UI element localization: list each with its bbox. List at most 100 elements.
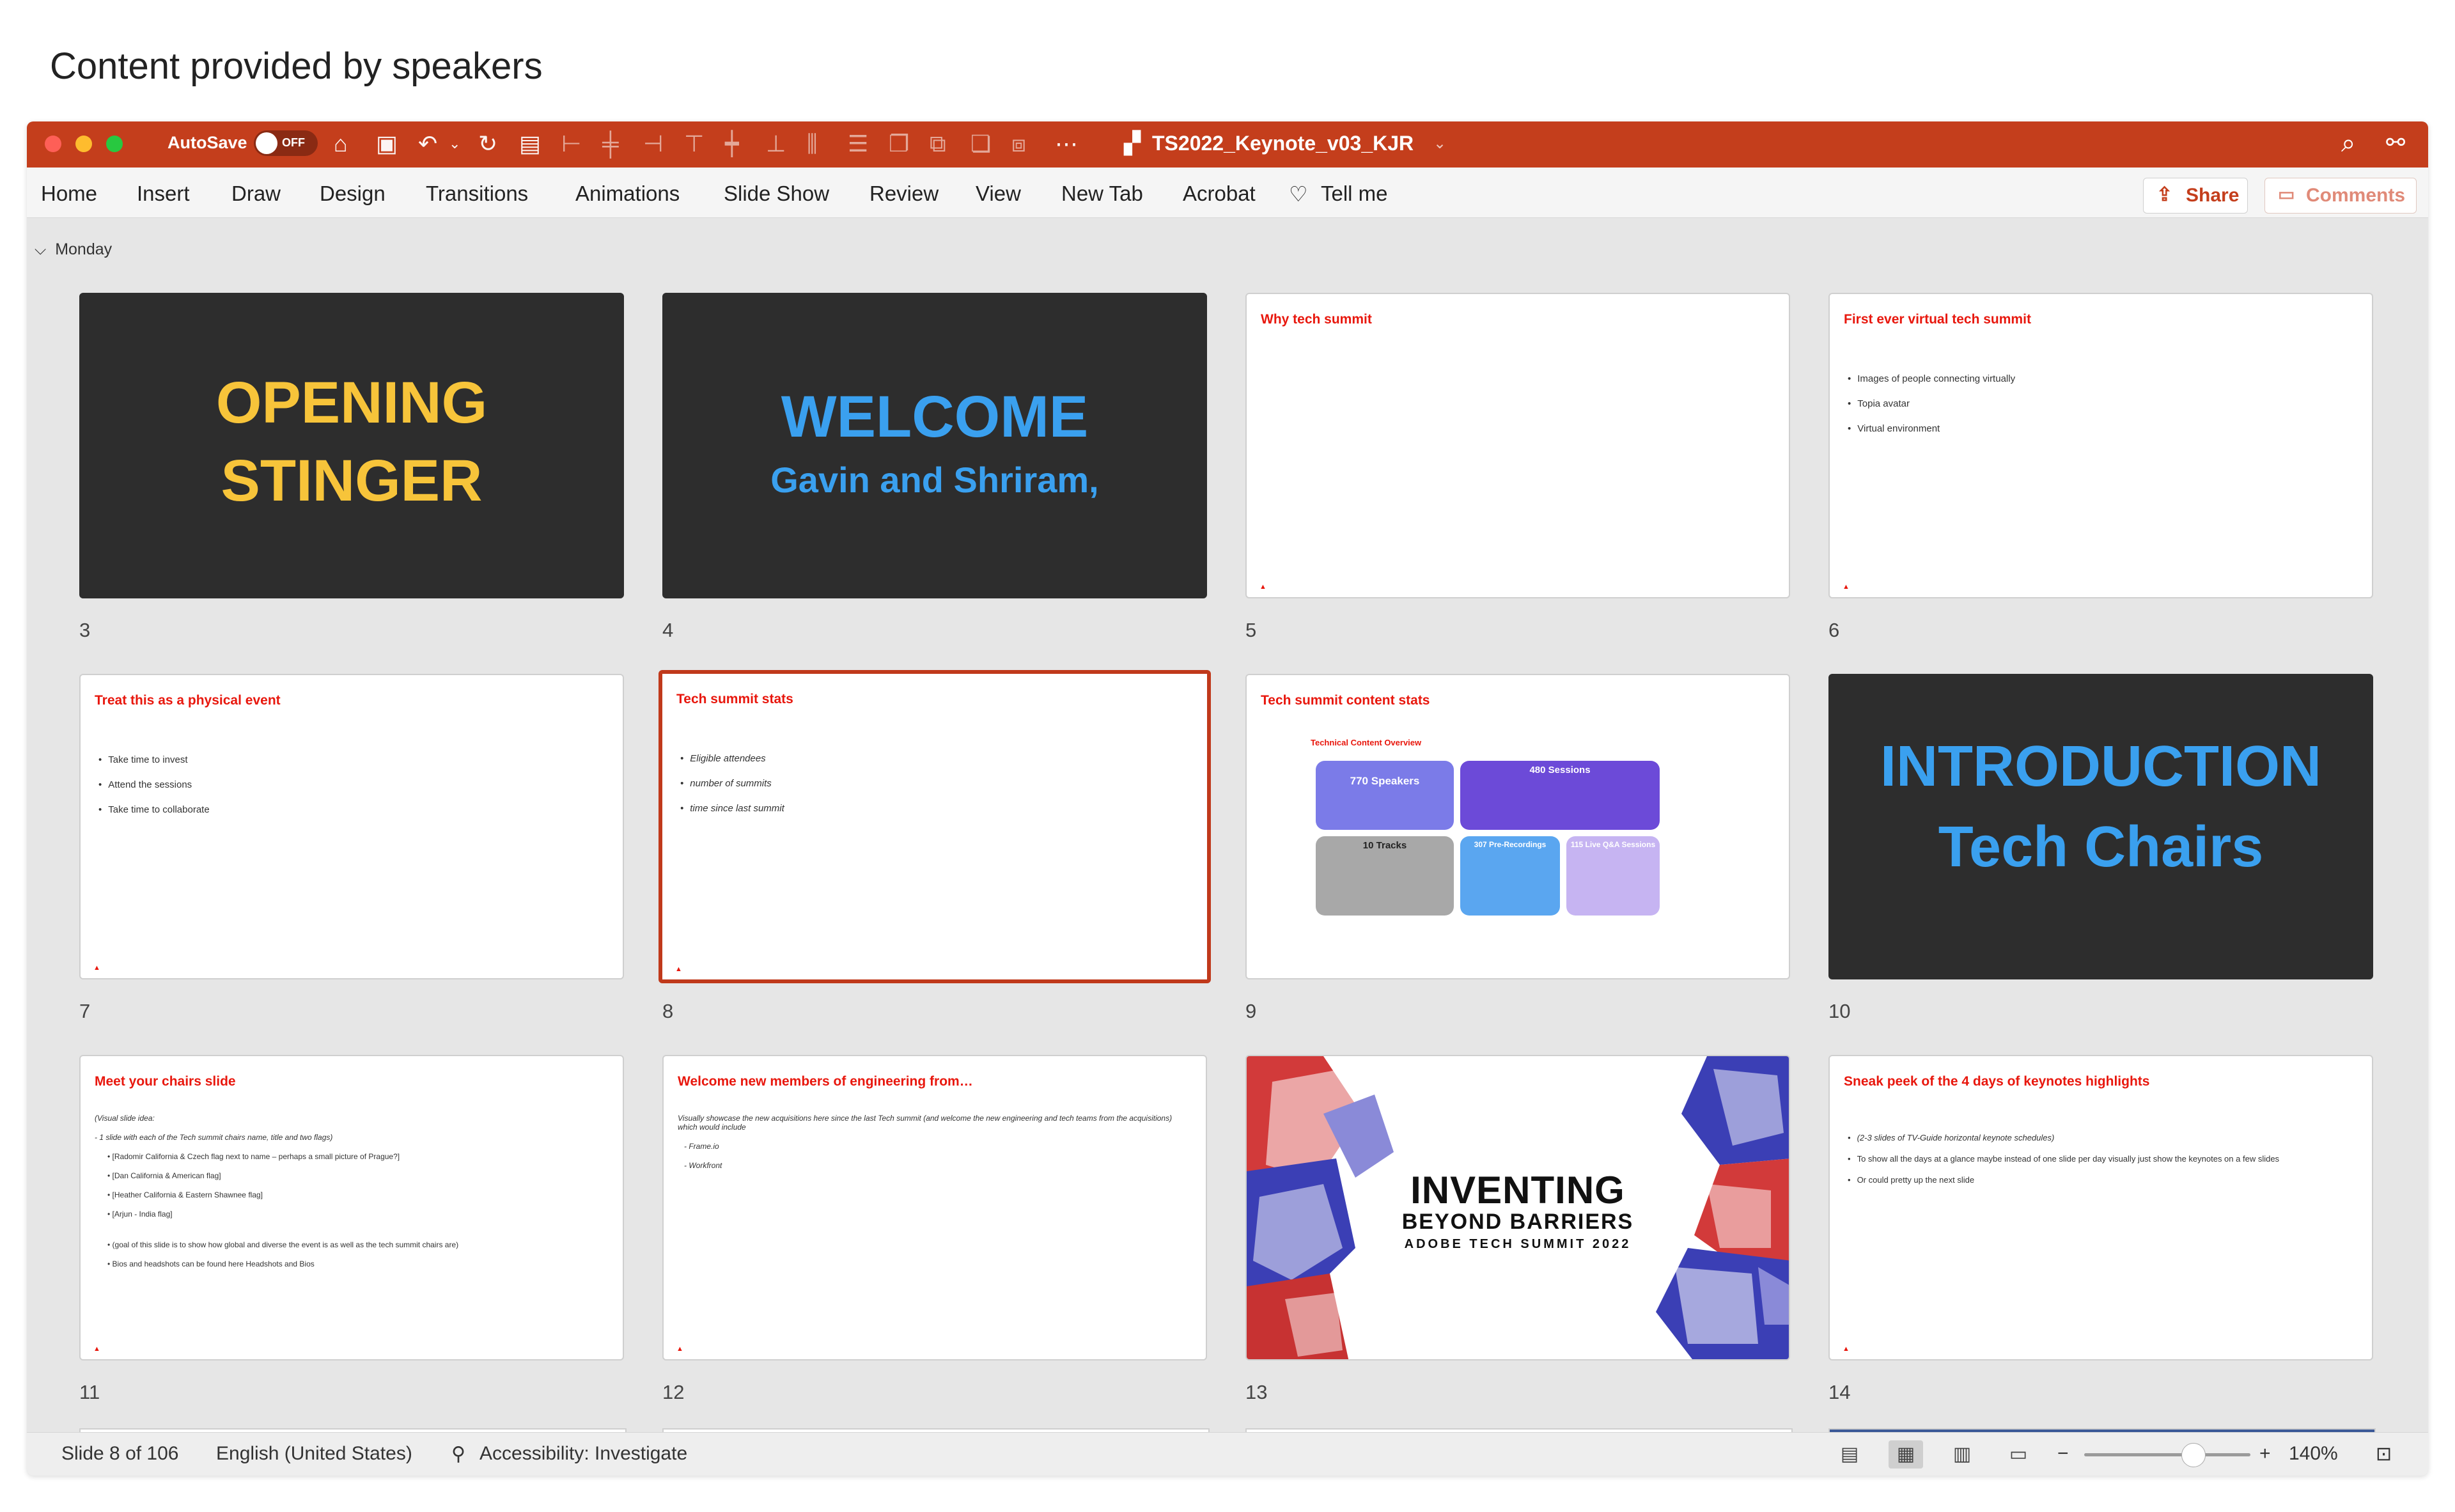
undo-icon[interactable]: ↶ (418, 130, 437, 157)
tab-animations[interactable]: Animations (575, 182, 680, 206)
redo-icon[interactable]: ↻ (478, 130, 497, 157)
zoom-slider-handle[interactable] (2181, 1443, 2206, 1467)
slide-number: 7 (79, 1000, 91, 1022)
slide-thumbnail-3[interactable]: OPENING STINGER (79, 293, 624, 598)
distribute-vertical-icon[interactable]: ☰ (848, 130, 868, 157)
align-bottom-icon[interactable]: ⊥ (766, 130, 786, 157)
slide-title: Tech summit stats (676, 692, 793, 706)
align-top-icon[interactable]: ⊤ (684, 130, 704, 157)
zoom-slider-track[interactable] (2084, 1453, 2250, 1456)
minimize-window-button[interactable] (75, 136, 92, 152)
undo-dropdown-icon[interactable]: ⌄ (449, 130, 460, 157)
slide-show-view-icon[interactable]: ▭ (2001, 1440, 2036, 1469)
slide-thumbnail-12[interactable]: Welcome new members of engineering from…… (662, 1055, 1207, 1360)
tab-new-tab[interactable]: New Tab (1061, 182, 1143, 206)
slide-thumbnail-7[interactable]: Treat this as a physical event Take time… (79, 674, 624, 979)
bring-forward-icon[interactable]: ❐ (889, 130, 909, 157)
zoom-in-icon[interactable]: + (2259, 1443, 2271, 1465)
bullet: Take time to collaborate (98, 804, 209, 815)
slide-number: 10 (1828, 1000, 1851, 1022)
stat-label: 307 Pre-Recordings (1474, 840, 1547, 849)
new-slide-icon[interactable]: ▤ (519, 130, 541, 157)
slide-title: Welcome new members of engineering from… (678, 1074, 973, 1089)
body-line: (Visual slide idea: (95, 1114, 155, 1123)
slide-thumbnail-10[interactable]: INTRODUCTION Tech Chairs (1828, 674, 2373, 979)
autosave-state: OFF (282, 136, 305, 149)
bullet: To show all the days at a glance maybe i… (1848, 1154, 2280, 1164)
align-right-icon[interactable]: ⊣ (643, 130, 663, 157)
slide-number: 3 (79, 619, 91, 641)
home-icon[interactable]: ⌂ (334, 130, 348, 157)
title-dropdown-icon[interactable]: ⌄ (1433, 130, 1446, 157)
align-center-icon[interactable]: ╪ (602, 130, 619, 157)
tab-acrobat[interactable]: Acrobat (1183, 182, 1256, 206)
close-window-button[interactable] (45, 136, 61, 152)
body-line: - Frame.io (684, 1142, 719, 1151)
accessibility-status[interactable]: Accessibility: Investigate (479, 1443, 687, 1465)
adobe-logo-icon: ▲ (675, 965, 682, 973)
fit-to-window-icon[interactable]: ⊡ (2376, 1443, 2392, 1465)
section-header[interactable]: ⌵ Monday (35, 240, 112, 259)
adobe-logo-icon: ▲ (1259, 583, 1266, 591)
tab-insert[interactable]: Insert (137, 182, 190, 206)
autosave-toggle[interactable]: OFF (254, 130, 318, 156)
share-button[interactable]: ⇪ Share (2143, 178, 2248, 214)
slide-number: 14 (1828, 1381, 1851, 1403)
save-icon[interactable]: ▣ (376, 130, 398, 157)
tab-slide-show[interactable]: Slide Show (724, 182, 829, 206)
body-line: • Bios and headshots can be found here H… (107, 1259, 315, 1268)
adobe-logo-icon: ▲ (1843, 1345, 1850, 1353)
collaborate-icon[interactable]: ⚯ (2386, 129, 2405, 156)
distribute-horizontal-icon[interactable]: ⫼ (807, 130, 818, 157)
more-icon[interactable]: ⋯ (1055, 130, 1078, 157)
tab-draw[interactable]: Draw (231, 182, 281, 206)
ungroup-icon[interactable]: ⧈ (1011, 130, 1026, 157)
zoom-window-button[interactable] (106, 136, 123, 152)
bullet: time since last summit (680, 803, 784, 814)
bullet: Topia avatar (1848, 398, 2015, 409)
comments-label: Comments (2306, 185, 2406, 206)
group-icon[interactable]: ⧉ (930, 130, 946, 157)
slide-text: BEYOND BARRIERS (1401, 1210, 1634, 1234)
chevron-down-icon[interactable]: ⌵ (35, 241, 46, 259)
zoom-level[interactable]: 140% (2289, 1443, 2338, 1465)
slide-text: OPENING (215, 370, 488, 435)
tab-review[interactable]: Review (869, 182, 939, 206)
stat-label: 480 Sessions (1529, 765, 1591, 775)
document-title[interactable]: TS2022_Keynote_v03_KJR (1152, 132, 1414, 155)
stat-label: 115 Live Q&A Sessions (1570, 840, 1656, 849)
slide-text: WELCOME (781, 384, 1089, 449)
tab-design[interactable]: Design (320, 182, 386, 206)
slide-counter: Slide 8 of 106 (61, 1443, 179, 1464)
bullet: number of summits (680, 778, 784, 789)
body-line: • [Heather California & Eastern Shawnee … (107, 1190, 263, 1199)
slide-thumbnail-5[interactable]: Why tech summit ▲ (1245, 293, 1790, 598)
normal-view-icon[interactable]: ▤ (1832, 1440, 1867, 1469)
language-indicator[interactable]: English (United States) (216, 1443, 412, 1465)
bullet: Virtual environment (1848, 423, 2015, 434)
slide-thumbnail-14[interactable]: Sneak peek of the 4 days of keynotes hig… (1828, 1055, 2373, 1360)
tab-view[interactable]: View (976, 182, 1021, 206)
send-backward-icon[interactable]: ❏ (970, 130, 991, 157)
slide-thumbnail-13[interactable]: INVENTING BEYOND BARRIERS ADOBE TECH SUM… (1245, 1055, 1790, 1360)
align-middle-icon[interactable]: ┿ (725, 130, 739, 157)
share-label: Share (2186, 185, 2240, 206)
slide-thumbnail-8-selected[interactable]: Tech summit stats Eligible attendees num… (659, 670, 1211, 983)
tab-transitions[interactable]: Transitions (426, 182, 528, 206)
slide-thumbnail-9[interactable]: Tech summit content stats Technical Cont… (1245, 674, 1790, 979)
tab-home[interactable]: Home (41, 182, 97, 206)
zoom-out-icon[interactable]: − (2057, 1443, 2069, 1465)
slide-text: INTRODUCTION (1880, 735, 2321, 799)
body-line: Visually showcase the new acquisitions h… (678, 1114, 1173, 1132)
tell-me-search[interactable]: Tell me (1321, 182, 1388, 206)
reading-view-icon[interactable]: ▥ (1945, 1440, 1979, 1469)
slide-thumbnail-6[interactable]: First ever virtual tech summit Images of… (1828, 293, 2373, 598)
search-icon[interactable]: ⌕ (2341, 129, 2355, 158)
slide-number: 12 (662, 1381, 685, 1403)
lightbulb-icon: ♡ (1289, 182, 1308, 206)
slide-thumbnail-4[interactable]: WELCOME Gavin and Shriram, (662, 293, 1207, 598)
slide-sorter-view-icon[interactable]: ▦ (1889, 1440, 1923, 1469)
slide-thumbnail-11[interactable]: Meet your chairs slide (Visual slide ide… (79, 1055, 624, 1360)
align-left-icon[interactable]: ⊢ (561, 130, 581, 157)
comments-button[interactable]: ▭ Comments (2264, 178, 2417, 214)
